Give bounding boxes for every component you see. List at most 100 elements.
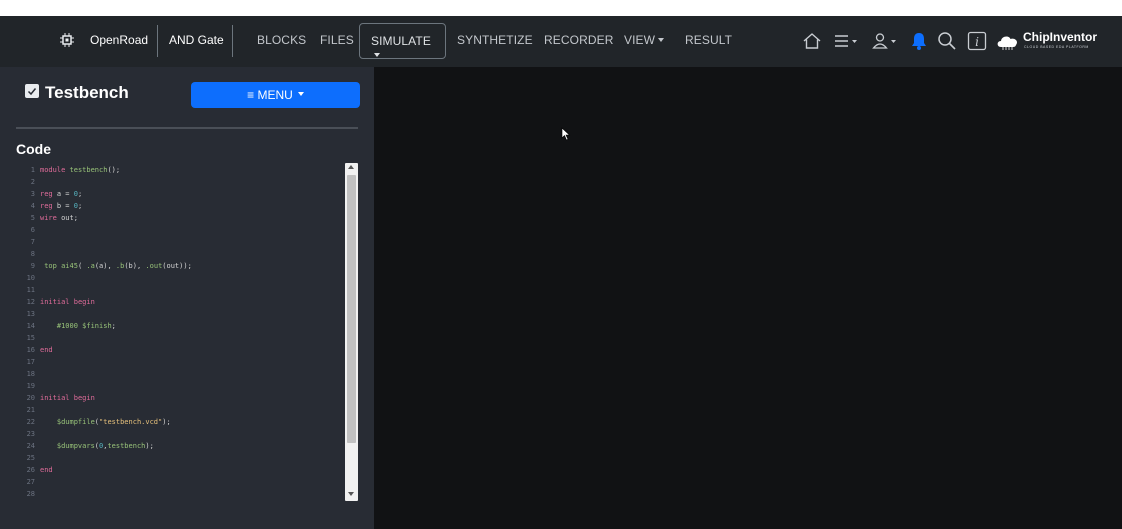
logo-tagline: CLOUD BASED EDA PLATFORM — [1024, 45, 1089, 49]
search-icon[interactable] — [937, 31, 957, 51]
nav-result-label: RESULT — [685, 33, 733, 47]
menu-button-label: ≡ MENU — [247, 88, 293, 102]
code-text: end — [40, 346, 53, 354]
top-navbar: OpenRoad AND Gate BLOCKS FILES SIMULATE … — [0, 16, 1122, 67]
scrollbar-thumb[interactable] — [347, 175, 356, 443]
code-text: end — [40, 466, 53, 474]
menu-dropdown-button[interactable]: ≡ MENU — [191, 82, 360, 108]
scroll-up-arrow-icon[interactable] — [348, 165, 354, 169]
nav-synthetize[interactable]: SYNTHETIZE — [457, 33, 533, 47]
code-text: top ai45( .a(a), .b(b), .out(out)); — [44, 262, 192, 270]
line-number: 15 — [26, 334, 35, 342]
code-line[interactable]: 19 — [16, 382, 346, 394]
code-line[interactable]: 16 end — [16, 346, 346, 358]
line-number: 25 — [26, 454, 35, 462]
line-number: 27 — [26, 478, 35, 486]
home-icon[interactable] — [802, 31, 822, 51]
code-line[interactable]: 15 — [16, 334, 346, 346]
testbench-sidebar: Testbench ≡ MENU Code 1 module testbench(… — [0, 67, 374, 529]
code-line[interactable]: 3 reg a = 0; — [16, 190, 346, 202]
code-line[interactable]: 2 — [16, 178, 346, 190]
waveform-canvas[interactable] — [374, 67, 1122, 529]
svg-text:i: i — [975, 35, 979, 49]
line-number: 1 — [30, 166, 35, 174]
code-line[interactable]: 27 — [16, 478, 346, 490]
line-number: 26 — [26, 466, 35, 474]
code-line[interactable]: 18 — [16, 370, 346, 382]
nav-recorder[interactable]: RECORDER — [544, 33, 613, 47]
code-text: reg a = 0; — [40, 190, 83, 198]
user-icon[interactable] — [871, 31, 899, 51]
cloud-logo-icon[interactable] — [995, 32, 1021, 50]
line-number: 10 — [26, 274, 35, 282]
line-number: 28 — [26, 490, 35, 498]
code-line[interactable]: 11 — [16, 286, 346, 298]
line-number: 6 — [30, 226, 35, 234]
line-number: 14 — [26, 322, 35, 330]
nav-view-dropdown[interactable]: VIEW — [624, 33, 665, 47]
chip-icon[interactable] — [60, 33, 74, 47]
code-text: reg b = 0; — [40, 202, 83, 210]
code-line[interactable]: 6 — [16, 226, 346, 238]
nav-blocks[interactable]: BLOCKS — [257, 33, 306, 47]
scroll-down-arrow-icon[interactable] — [348, 492, 354, 496]
code-line[interactable]: 26 end — [16, 466, 346, 478]
caret-down-icon — [297, 92, 304, 96]
editor-scrollbar[interactable] — [345, 163, 358, 501]
line-number: 4 — [30, 202, 35, 210]
code-line[interactable]: 9 top ai45( .a(a), .b(b), .out(out)); — [16, 262, 346, 274]
line-number: 20 — [26, 394, 35, 402]
code-line[interactable]: 20 initial begin — [16, 394, 346, 406]
code-line[interactable]: 22 $dumpfile("testbench.vcd"); — [16, 418, 346, 430]
code-line[interactable]: 17 — [16, 358, 346, 370]
design-name[interactable]: AND Gate — [169, 33, 224, 47]
code-line[interactable]: 28 — [16, 490, 346, 501]
code-line[interactable]: 23 — [16, 430, 346, 442]
hamburger-menu-icon[interactable] — [833, 31, 859, 51]
info-icon[interactable]: i — [967, 31, 987, 51]
line-number: 22 — [26, 418, 35, 426]
code-text: $dumpvars(0,testbench); — [56, 442, 154, 450]
nav-files[interactable]: FILES — [320, 33, 354, 47]
code-line[interactable]: 4 reg b = 0; — [16, 202, 346, 214]
code-text: initial begin — [40, 298, 95, 306]
bell-icon[interactable] — [909, 31, 929, 51]
line-number: 13 — [26, 310, 35, 318]
code-text: module testbench(); — [40, 166, 121, 174]
line-number: 3 — [30, 190, 35, 198]
code-text: initial begin — [40, 394, 95, 402]
code-line[interactable]: 24 $dumpvars(0,testbench); — [16, 442, 346, 454]
code-line[interactable]: 8 — [16, 250, 346, 262]
divider — [16, 127, 358, 129]
line-number: 19 — [26, 382, 35, 390]
code-line[interactable]: 5 wire out; — [16, 214, 346, 226]
nav-result[interactable]: RESULT — [685, 33, 732, 47]
code-line[interactable]: 1 module testbench(); — [16, 166, 346, 178]
code-line[interactable]: 12 initial begin — [16, 298, 346, 310]
nav-blocks-label: BLOCKS — [257, 33, 307, 47]
code-line[interactable]: 21 — [16, 406, 346, 418]
code-text: #1000 $finish; — [56, 322, 116, 330]
caret-down-icon — [374, 52, 380, 57]
nav-files-label: FILES — [320, 33, 354, 47]
window-top-strip — [0, 0, 1122, 16]
nav-simulate-dropdown[interactable]: SIMULATE — [359, 23, 446, 59]
project-name[interactable]: OpenRoad — [90, 33, 148, 47]
navbar-divider — [232, 25, 233, 57]
code-line[interactable]: 10 — [16, 274, 346, 286]
line-number: 24 — [26, 442, 35, 450]
line-number: 16 — [26, 346, 35, 354]
line-number: 7 — [30, 238, 35, 246]
checkbox-icon[interactable] — [25, 84, 39, 98]
logo-text[interactable]: ChipInventor — [1023, 30, 1097, 44]
line-number: 21 — [26, 406, 35, 414]
code-line[interactable]: 7 — [16, 238, 346, 250]
code-text: wire out; — [40, 214, 78, 222]
line-number: 9 — [30, 262, 35, 270]
line-number: 5 — [30, 214, 35, 222]
caret-down-icon — [658, 37, 665, 42]
code-line[interactable]: 25 — [16, 454, 346, 466]
code-line[interactable]: 13 — [16, 310, 346, 322]
code-line[interactable]: 14 #1000 $finish; — [16, 322, 346, 334]
code-editor[interactable]: 1 module testbench(); 2 3 reg a = 0; 4 reg b =… — [16, 163, 346, 501]
